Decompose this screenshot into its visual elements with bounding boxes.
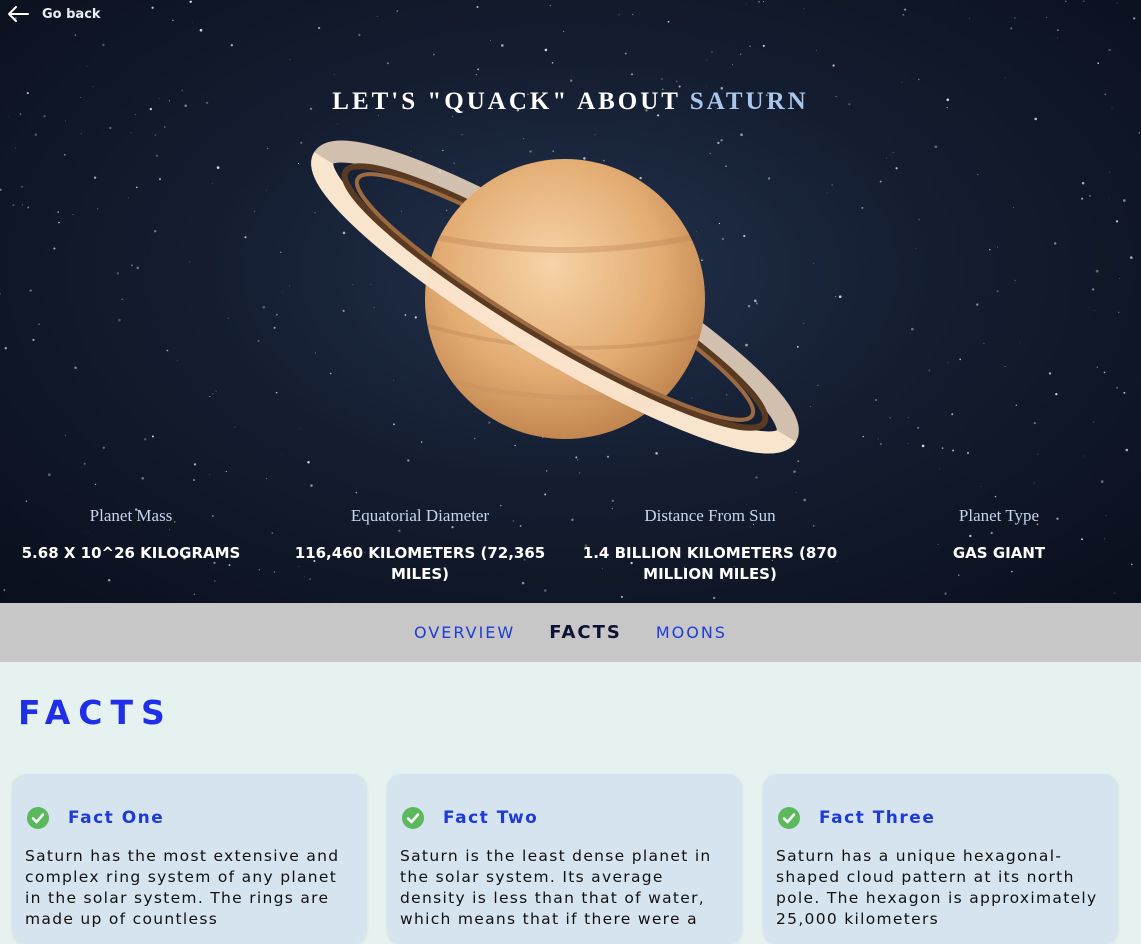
tab-overview[interactable]: OVERVIEW — [414, 623, 515, 642]
fact-card-three: Fact Three Saturn has a unique hexagonal… — [763, 774, 1118, 944]
go-back-button[interactable]: Go back — [6, 4, 101, 24]
stat-label: Planet Mass — [89, 506, 173, 525]
headline-prefix: LET'S "QUACK" ABOUT — [332, 88, 681, 115]
arrow-left-icon — [8, 6, 29, 22]
stat-value: Gas Giant — [952, 544, 1046, 562]
tab-bar: OVERVIEW FACTS MOONS — [0, 603, 1141, 662]
tab-moons[interactable]: MOONS — [656, 623, 727, 642]
stat-distance-from-sun: Distance From Sun 1.4 billion kilometers… — [575, 506, 845, 585]
fact-text: Saturn has the most extensive and comple… — [25, 847, 340, 928]
stat-label: Distance From Sun — [644, 506, 776, 525]
fact-text: Saturn is the least dense planet in the … — [400, 847, 712, 928]
fact-card-header: Fact Two — [401, 806, 538, 830]
check-badge-icon — [27, 807, 49, 829]
tab-facts[interactable]: FACTS — [549, 622, 622, 643]
page-headline: LET'S "QUACK" ABOUT SATURN — [0, 88, 1141, 116]
stat-value: 5.68 x 10^26 kilograms — [21, 544, 241, 562]
saturn-illustration — [311, 140, 799, 454]
fact-title: Fact One — [68, 808, 165, 828]
check-badge-icon — [778, 807, 800, 829]
stat-label: Planet Type — [958, 506, 1040, 525]
fact-card-header: Fact Three — [777, 806, 935, 830]
stat-planet-type: Planet Type Gas Giant — [880, 506, 1118, 564]
fact-text: Saturn has a unique hexagonal-shaped clo… — [776, 847, 1098, 928]
go-back-label: Go back — [42, 6, 101, 22]
fact-card-header: Fact One — [26, 806, 164, 830]
stat-planet-mass: Planet Mass 5.68 x 10^26 kilograms — [12, 506, 250, 564]
stat-value: 116,460 kilometers (72,365 miles) — [294, 544, 546, 583]
stat-equatorial-diameter: Equatorial Diameter 116,460 kilometers (… — [290, 506, 550, 585]
stat-value: 1.4 billion kilometers (870 million mile… — [582, 544, 838, 583]
fact-title: Fact Two — [443, 808, 539, 828]
fact-card-one: Fact One Saturn has the most extensive a… — [12, 774, 367, 944]
fact-card-two: Fact Two Saturn is the least dense plane… — [387, 774, 742, 944]
fact-title: Fact Three — [819, 808, 936, 828]
headline-planet-name: SATURN — [689, 88, 809, 115]
stat-label: Equatorial Diameter — [350, 506, 490, 525]
hero-banner: Go back LET'S "QUACK" ABOUT SATURN Plane… — [0, 0, 1141, 603]
check-badge-icon — [402, 807, 424, 829]
section-title: FACTS — [18, 693, 173, 732]
